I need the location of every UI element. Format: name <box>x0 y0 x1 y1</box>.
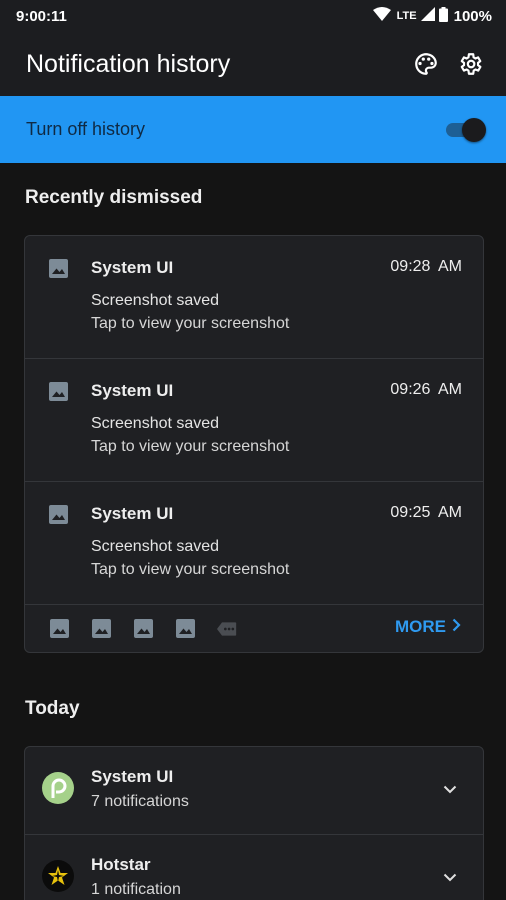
gear-icon[interactable] <box>448 42 492 86</box>
notification-time: 09:26 AM <box>390 381 462 398</box>
notification-text: Tap to view your screenshot <box>91 561 290 578</box>
notification-title: Screenshot saved <box>91 292 220 309</box>
status-icons: LTE 100% <box>372 6 492 26</box>
notification-text: Tap to view your screenshot <box>91 315 290 332</box>
recently-dismissed-card: System UI 09:28 AM Screenshot saved Tap … <box>24 235 484 653</box>
today-heading: Today <box>25 698 80 719</box>
image-icon <box>49 505 68 529</box>
chevron-down-icon[interactable] <box>443 781 457 799</box>
notification-app-name: System UI <box>91 504 174 523</box>
chevron-right-icon <box>452 617 461 637</box>
notification-time: 09:28 AM <box>390 258 462 275</box>
app-group-row[interactable]: System UI 7 notifications <box>25 747 483 835</box>
today-card: System UI 7 notifications Hotstar 1 noti… <box>24 746 484 900</box>
battery-percent: 100% <box>453 7 492 25</box>
palette-icon[interactable] <box>404 42 448 86</box>
notification-time: 09:25 AM <box>390 504 462 521</box>
signal-icon <box>420 7 435 25</box>
image-icon <box>175 619 195 639</box>
network-type: LTE <box>396 10 417 22</box>
battery-icon <box>438 6 448 26</box>
notification-item[interactable]: System UI 09:25 AM Screenshot saved Tap … <box>25 482 483 605</box>
notification-item[interactable]: System UI 09:26 AM Screenshot saved Tap … <box>25 359 483 482</box>
status-time: 9:00:11 <box>16 7 67 25</box>
notification-item[interactable]: System UI 09:28 AM Screenshot saved Tap … <box>25 236 483 359</box>
android-p-icon <box>42 772 74 804</box>
recently-dismissed-heading: Recently dismissed <box>25 187 203 208</box>
image-icon <box>49 259 68 283</box>
group-app-name: System UI <box>91 767 174 786</box>
image-icon <box>91 619 111 639</box>
group-count: 7 notifications <box>91 793 189 810</box>
more-apps-icon <box>217 619 237 639</box>
history-toggle-label: Turn off history <box>26 119 146 139</box>
hotstar-icon <box>42 860 74 892</box>
notification-app-name: System UI <box>91 381 174 400</box>
dismissed-icon-strip: MORE <box>25 605 483 652</box>
chevron-down-icon[interactable] <box>443 869 457 887</box>
more-label: MORE <box>395 617 446 636</box>
more-button[interactable]: MORE <box>395 617 461 637</box>
notification-text: Tap to view your screenshot <box>91 438 290 455</box>
image-icon <box>133 619 153 639</box>
wifi-icon <box>372 7 391 25</box>
group-app-name: Hotstar <box>91 855 151 874</box>
notification-app-name: System UI <box>91 258 174 277</box>
group-count: 1 notification <box>91 881 181 898</box>
page-title: Notification history <box>26 49 231 78</box>
history-toggle-row[interactable]: Turn off history <box>0 96 506 163</box>
notification-title: Screenshot saved <box>91 538 220 555</box>
app-group-row[interactable]: Hotstar 1 notification <box>25 835 483 900</box>
history-switch[interactable] <box>444 117 486 143</box>
status-bar: 9:00:11 LTE 100% <box>0 0 506 32</box>
switch-thumb <box>462 117 486 142</box>
image-icon <box>49 619 69 639</box>
image-icon <box>49 382 68 406</box>
app-bar: Notification history <box>0 32 506 96</box>
notification-title: Screenshot saved <box>91 415 220 432</box>
